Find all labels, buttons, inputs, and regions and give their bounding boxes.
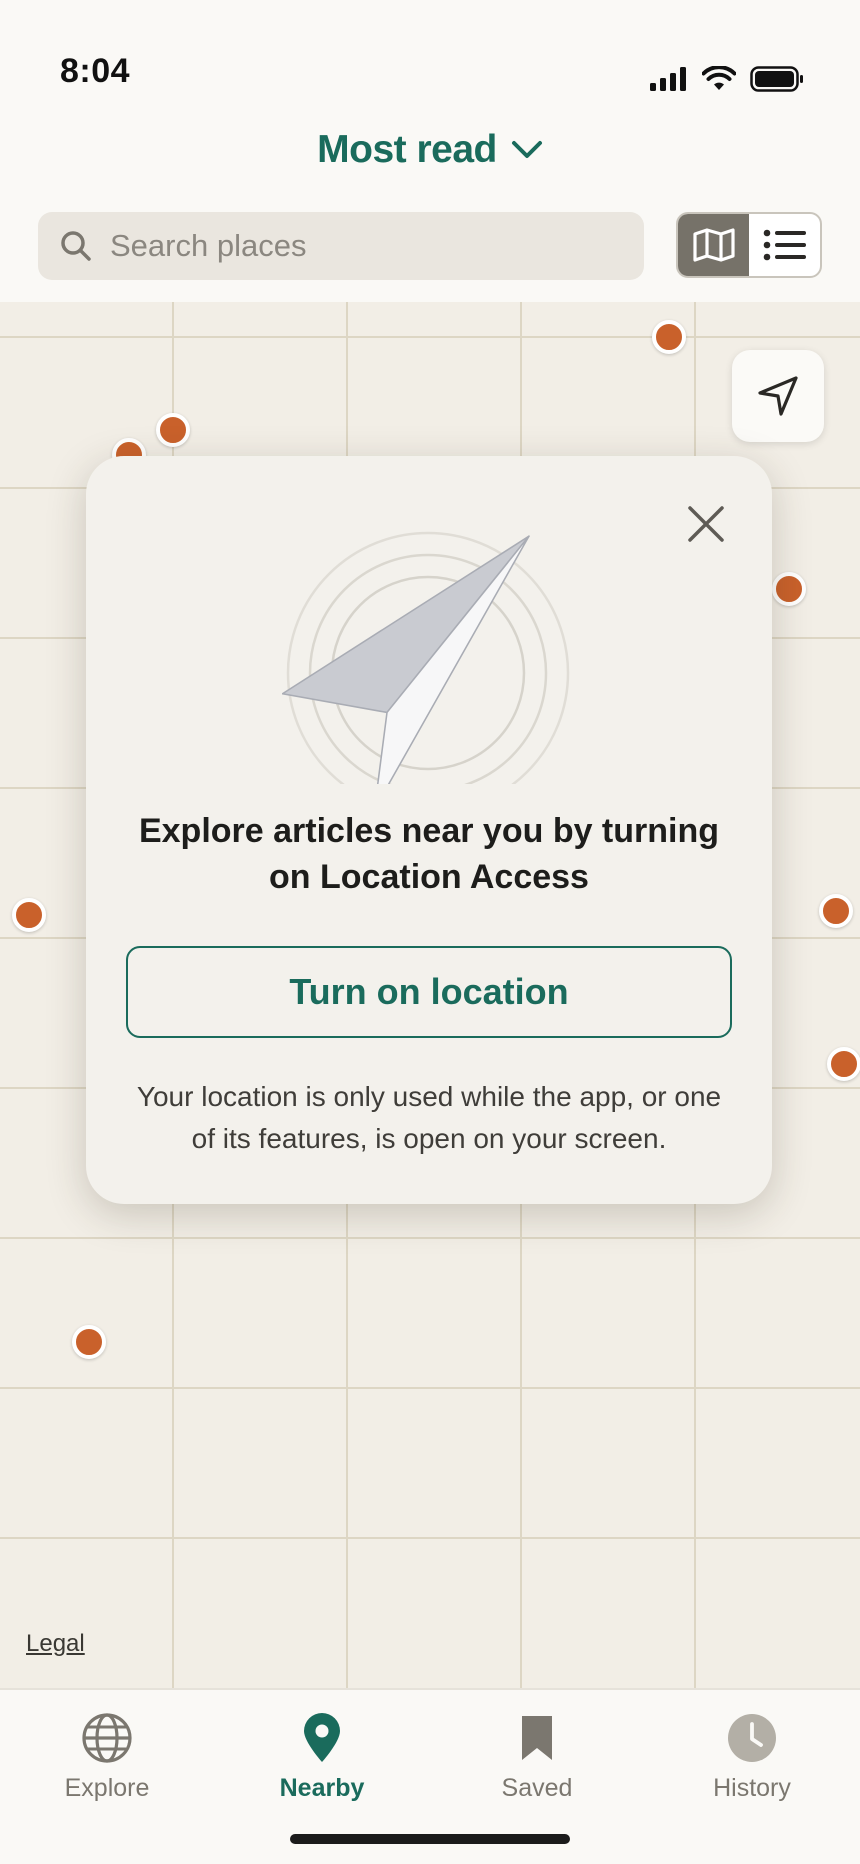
view-toggle	[676, 212, 822, 278]
navigation-arrow-icon	[758, 376, 798, 416]
map-pin[interactable]	[72, 1325, 106, 1359]
battery-icon	[750, 66, 803, 92]
tab-label: Saved	[501, 1774, 573, 1802]
recenter-location-button[interactable]	[732, 350, 824, 442]
home-indicator[interactable]	[290, 1834, 570, 1844]
tab-explore[interactable]: Explore	[7, 1712, 207, 1803]
map-pin[interactable]	[827, 1047, 860, 1081]
tab-label: Nearby	[279, 1774, 365, 1802]
list-icon	[763, 229, 806, 261]
close-icon	[688, 506, 724, 542]
map-pin[interactable]	[12, 898, 46, 932]
map-view-button[interactable]	[678, 214, 749, 276]
status-time: 8:04	[60, 52, 131, 90]
legal-link[interactable]: Legal	[26, 1630, 85, 1658]
wifi-icon	[702, 66, 736, 90]
list-view-button[interactable]	[749, 214, 820, 276]
search-placeholder: Search places	[110, 228, 307, 263]
clock-icon	[728, 1714, 776, 1762]
tab-label: Explore	[64, 1774, 150, 1802]
globe-icon	[82, 1713, 132, 1763]
bookmark-icon	[522, 1716, 552, 1760]
tab-history[interactable]: History	[652, 1712, 852, 1803]
map-pin[interactable]	[819, 894, 853, 928]
tab-nearby[interactable]: Nearby	[222, 1712, 422, 1803]
close-button[interactable]	[678, 496, 734, 552]
chevron-down-icon	[511, 141, 542, 158]
location-pin-icon	[304, 1713, 340, 1762]
privacy-disclaimer: Your location is only used while the app…	[136, 1081, 722, 1154]
map-pin[interactable]	[772, 572, 806, 606]
map-icon	[692, 228, 735, 262]
map-pin[interactable]	[156, 413, 190, 447]
header-title: Most read	[317, 128, 497, 171]
tab-label: History	[713, 1774, 791, 1802]
nearby-screen: 8:04 Most read Search places Legal Explo…	[0, 0, 860, 1864]
location-permission-modal: Explore articles near you by turning on …	[86, 456, 772, 1204]
sort-selector[interactable]: Most read	[0, 128, 860, 172]
location-compass-illustration	[282, 531, 570, 784]
cellular-signal-icon	[650, 67, 686, 91]
status-icons	[650, 66, 804, 92]
status-bar: 8:04	[0, 0, 860, 120]
turn-on-location-button[interactable]: Turn on location	[126, 946, 732, 1038]
tab-saved[interactable]: Saved	[437, 1712, 637, 1803]
search-icon	[61, 231, 91, 261]
modal-heading: Explore articles near you by turning on …	[138, 812, 720, 896]
search-input[interactable]: Search places	[38, 212, 644, 280]
map-pin[interactable]	[652, 320, 686, 354]
